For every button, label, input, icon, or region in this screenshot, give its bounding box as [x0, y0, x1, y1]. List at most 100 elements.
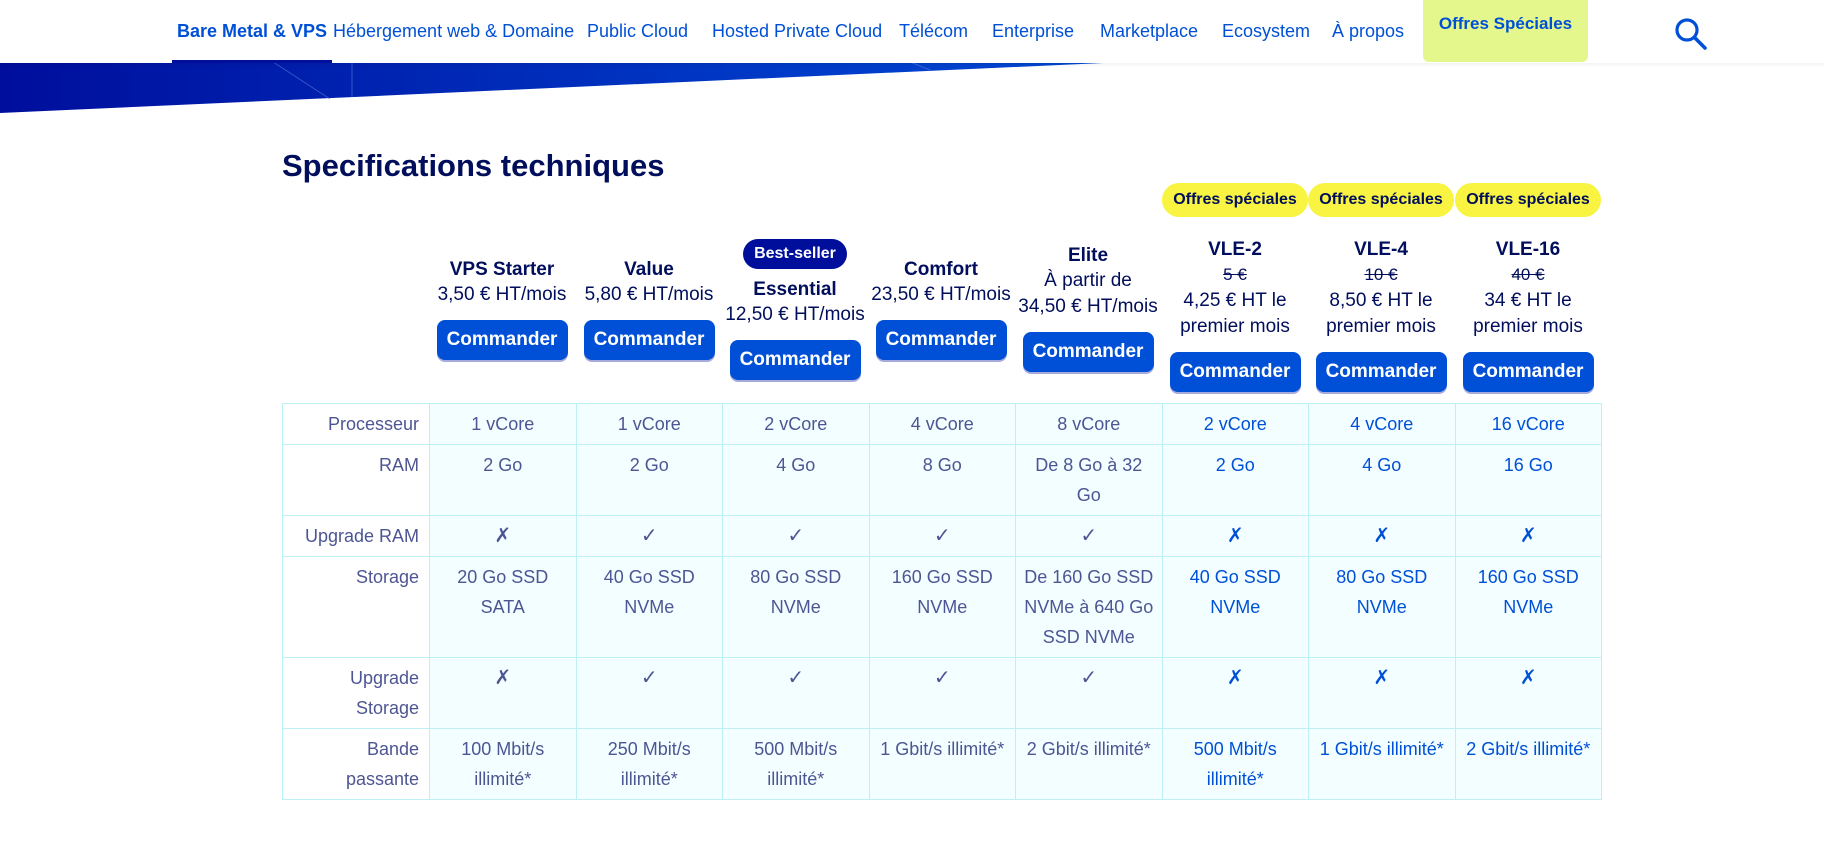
- specifications-table: Processeur 1 vCore 1 vCore 2 vCore 4 vCo…: [282, 403, 1602, 800]
- plan-vle-2: VLE-2 5 € 4,25 € HT le premier mois Comm…: [1162, 180, 1308, 400]
- cell-bandwidth: 1 Gbit/s illimité*: [1308, 728, 1456, 800]
- best-seller-badge: Best-seller: [743, 239, 847, 269]
- nav-marketplace[interactable]: Marketplace: [1100, 0, 1198, 63]
- cell-ram: 4 Go: [1308, 444, 1456, 516]
- plan-price-prefix: À partir de: [1044, 270, 1132, 291]
- cell-ram: 2 Go: [575, 444, 723, 516]
- plan-value: Value 5,80 € HT/mois Commander: [576, 180, 722, 400]
- nav-hosted-private-cloud[interactable]: Hosted Private Cloud: [712, 0, 882, 63]
- order-button-vle-4[interactable]: Commander: [1315, 352, 1447, 392]
- section-title: Specifications techniques: [282, 148, 665, 183]
- nav-public-cloud[interactable]: Public Cloud: [587, 0, 688, 63]
- plan-price-line2: premier mois: [1180, 316, 1290, 337]
- check-icon: ✓: [1015, 515, 1163, 557]
- cell-ram: 16 Go: [1454, 444, 1602, 516]
- table-row: Bande passante 100 Mbit/s illimité* 250 …: [282, 728, 1602, 800]
- order-button-vle-2[interactable]: Commander: [1169, 352, 1301, 392]
- cell-bandwidth: 250 Mbit/s illimité*: [575, 728, 723, 800]
- cell-bandwidth: 500 Mbit/s illimité*: [1161, 728, 1309, 800]
- cell-storage: 80 Go SSD NVMe: [1308, 556, 1456, 658]
- cell-bandwidth: 100 Mbit/s illimité*: [429, 728, 577, 800]
- row-label-upgrade-storage: Upgrade Storage: [282, 657, 430, 729]
- plan-vle-16: VLE-16 40 € 34 € HT le premier mois Comm…: [1455, 180, 1601, 400]
- cross-icon: ✗: [1161, 657, 1309, 729]
- plan-name: Elite: [1067, 245, 1109, 266]
- cross-icon: ✗: [429, 515, 577, 557]
- plan-name: Comfort: [904, 259, 978, 280]
- order-button-value[interactable]: Commander: [583, 320, 715, 360]
- cell-storage: 40 Go SSD NVMe: [1161, 556, 1309, 658]
- cell-ram: De 8 Go à 32 Go: [1015, 444, 1163, 516]
- plan-price-line2: premier mois: [1326, 316, 1436, 337]
- cell-bandwidth: 500 Mbit/s illimité*: [722, 728, 870, 800]
- check-icon: ✓: [722, 515, 870, 557]
- cell-storage: 20 Go SSD SATA: [429, 556, 577, 658]
- nav-hebergement-web-domaine[interactable]: Hébergement web & Domaine: [333, 0, 574, 63]
- cell-processor: 2 vCore: [722, 403, 870, 445]
- plan-name: Value: [624, 259, 674, 280]
- plan-price: 12,50 € HT/mois: [725, 304, 865, 325]
- nav-ecosystem[interactable]: Ecosystem: [1222, 0, 1310, 63]
- table-row: RAM 2 Go 2 Go 4 Go 8 Go De 8 Go à 32 Go …: [282, 444, 1602, 516]
- cell-ram: 2 Go: [429, 444, 577, 516]
- cell-processor: 16 vCore: [1454, 403, 1602, 445]
- order-button-essential[interactable]: Commander: [729, 340, 861, 380]
- order-button-elite[interactable]: Commander: [1022, 332, 1154, 372]
- table-row: Upgrade Storage ✗ ✓ ✓ ✓ ✓ ✗ ✗ ✗: [282, 657, 1602, 729]
- order-button-comfort[interactable]: Commander: [875, 320, 1007, 360]
- hero-banner-edge: [0, 55, 1825, 115]
- cell-processor: 4 vCore: [1308, 403, 1456, 445]
- cell-bandwidth: 2 Gbit/s illimité*: [1015, 728, 1163, 800]
- plan-vle-4: VLE-4 10 € 8,50 € HT le premier mois Com…: [1308, 180, 1454, 400]
- check-icon: ✓: [575, 515, 723, 557]
- row-label-upgrade-ram: Upgrade RAM: [282, 515, 430, 557]
- check-icon: ✓: [575, 657, 723, 729]
- plan-price: 23,50 € HT/mois: [871, 284, 1011, 305]
- order-button-vps-starter[interactable]: Commander: [436, 320, 568, 360]
- cross-icon: ✗: [1308, 657, 1456, 729]
- cross-icon: ✗: [1161, 515, 1309, 557]
- check-icon: ✓: [868, 657, 1016, 729]
- plan-name: VLE-2: [1208, 239, 1262, 260]
- nav-bare-metal-vps[interactable]: Bare Metal & VPS: [171, 0, 333, 63]
- cell-bandwidth: 2 Gbit/s illimité*: [1454, 728, 1602, 800]
- cross-icon: ✗: [1454, 515, 1602, 557]
- cell-storage: 80 Go SSD NVMe: [722, 556, 870, 658]
- plan-price-line1: 4,25 € HT le: [1183, 290, 1287, 311]
- plan-price: 3,50 € HT/mois: [437, 284, 567, 305]
- nav-telecom[interactable]: Télécom: [899, 0, 968, 63]
- cell-storage: 160 Go SSD NVMe: [1454, 556, 1602, 658]
- row-label-ram: RAM: [282, 444, 430, 516]
- cell-processor: 8 vCore: [1015, 403, 1163, 445]
- nav-a-propos[interactable]: À propos: [1332, 0, 1404, 63]
- plan-elite: Elite À partir de 34,50 € HT/mois Comman…: [1015, 180, 1161, 400]
- check-icon: ✓: [722, 657, 870, 729]
- row-label-storage: Storage: [282, 556, 430, 658]
- cross-icon: ✗: [1308, 515, 1456, 557]
- plan-name: Essential: [753, 279, 837, 300]
- cell-bandwidth: 1 Gbit/s illimité*: [868, 728, 1016, 800]
- cell-processor: 1 vCore: [575, 403, 723, 445]
- search-icon[interactable]: [1673, 16, 1709, 52]
- plan-old-price: 10 €: [1364, 265, 1398, 284]
- table-row: Processeur 1 vCore 1 vCore 2 vCore 4 vCo…: [282, 403, 1602, 445]
- plan-name: VPS Starter: [449, 259, 555, 280]
- plan-old-price: 40 €: [1511, 265, 1545, 284]
- cell-processor: 1 vCore: [429, 403, 577, 445]
- cell-processor: 2 vCore: [1161, 403, 1309, 445]
- plan-price-line1: 8,50 € HT le: [1329, 290, 1433, 311]
- table-row: Storage 20 Go SSD SATA 40 Go SSD NVMe 80…: [282, 556, 1602, 658]
- nav-offres-speciales[interactable]: Offres Spéciales: [1423, 0, 1588, 62]
- plan-price: 34,50 € HT/mois: [1018, 296, 1158, 317]
- plan-name: VLE-4: [1354, 239, 1408, 260]
- cell-ram: 8 Go: [868, 444, 1016, 516]
- nav-enterprise[interactable]: Enterprise: [992, 0, 1074, 63]
- row-label-bandwidth: Bande passante: [282, 728, 430, 800]
- cross-icon: ✗: [429, 657, 577, 729]
- check-icon: ✓: [1015, 657, 1163, 729]
- cell-processor: 4 vCore: [868, 403, 1016, 445]
- row-label-processor: Processeur: [282, 403, 430, 445]
- order-button-vle-16[interactable]: Commander: [1462, 352, 1594, 392]
- cell-ram: 4 Go: [722, 444, 870, 516]
- plan-vps-starter: VPS Starter 3,50 € HT/mois Commander: [429, 180, 575, 400]
